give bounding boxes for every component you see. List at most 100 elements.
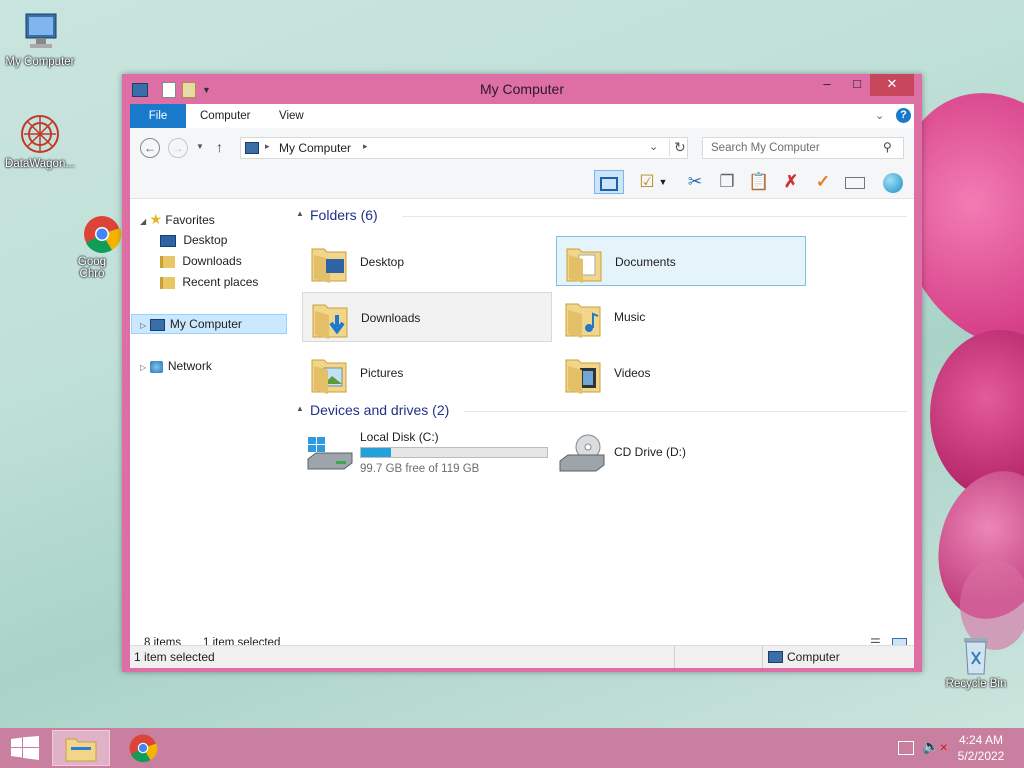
desktop-icon-my-computer[interactable]: My Computer — [0, 10, 80, 68]
explorer-window: ▼ My Computer – □ ✕ File Computer View ⌄… — [122, 74, 922, 672]
music-folder-icon — [564, 298, 602, 338]
properties-dropdown-icon[interactable]: ▼ — [656, 170, 670, 194]
drive-label: CD Drive (D:) — [614, 445, 686, 459]
address-row: ← → ▼ ↑ ▸ My Computer ▸ ⌄ ↻ Search My Co… — [130, 128, 914, 166]
breadcrumb-separator-icon[interactable]: ▸ — [363, 141, 368, 152]
folder-tile-downloads[interactable]: Downloads — [302, 292, 552, 342]
expand-arrow-icon[interactable]: ▷ — [140, 363, 146, 372]
back-button[interactable]: ← — [140, 138, 160, 158]
star-icon: ★ — [149, 211, 163, 227]
desktop-icon-recycle-bin[interactable]: Recycle Bin — [936, 632, 1016, 690]
nav-favorites[interactable]: ◢ ★ Favorites — [140, 209, 215, 230]
folder-tile-music[interactable]: Music — [556, 292, 806, 342]
tab-file[interactable]: File — [130, 104, 186, 128]
help-icon[interactable]: ? — [896, 108, 911, 123]
details-bar: 1 item selected Computer — [130, 645, 914, 668]
taskbar: 🔈✕ 4:24 AM 5/2/2022 — [0, 728, 1024, 768]
desktop-icon-label: Recycle Bin — [945, 678, 1007, 690]
taskbar-chrome[interactable] — [114, 730, 172, 766]
nav-label: Favorites — [165, 213, 215, 227]
up-arrow-icon[interactable]: ↑ — [216, 139, 223, 155]
search-input[interactable]: Search My Computer — [711, 142, 820, 154]
disk-usage-fill — [361, 448, 392, 457]
nav-downloads[interactable]: Downloads — [160, 251, 242, 272]
network-globe-icon[interactable] — [880, 170, 906, 194]
group-header-devices[interactable]: Devices and drives (2) — [310, 402, 449, 418]
pictures-folder-icon — [310, 354, 348, 394]
maximize-button[interactable]: □ — [842, 74, 872, 96]
command-toolbar: ☑ ▼ ✂ ❐ 📋 ✗ ✓ — [130, 166, 914, 199]
nav-label: My Computer — [169, 317, 242, 331]
computer-icon — [16, 10, 64, 54]
group-divider — [402, 216, 907, 217]
nav-desktop[interactable]: Desktop — [160, 230, 227, 251]
ribbon-expand-icon[interactable]: ⌄ — [875, 109, 884, 122]
taskbar-file-explorer[interactable] — [52, 730, 110, 766]
folder-tile-pictures[interactable]: Pictures — [302, 348, 552, 398]
group-header-folders[interactable]: Folders (6) — [310, 207, 378, 223]
tab-view[interactable]: View — [267, 104, 316, 128]
hard-drive-icon — [306, 435, 354, 475]
delete-icon[interactable]: ✗ — [778, 170, 804, 194]
drive-free-space: 99.7 GB free of 119 GB — [360, 463, 480, 475]
nav-my-computer[interactable]: ▷ My Computer — [131, 314, 287, 334]
drive-tile-cd-drive[interactable]: CD Drive (D:) — [556, 427, 806, 479]
breadcrumb-my-computer[interactable]: My Computer — [279, 141, 351, 155]
tile-label: Music — [614, 310, 646, 324]
desktop-folder-icon — [310, 243, 348, 283]
nav-label: Recent places — [182, 275, 259, 289]
downloads-small-icon — [160, 255, 175, 268]
recent-locations-dropdown-icon[interactable]: ▼ — [196, 142, 204, 151]
drive-tile-local-disk[interactable]: Local Disk (C:) 99.7 GB free of 119 GB — [302, 427, 552, 479]
breadcrumb-separator-icon[interactable]: ▸ — [265, 141, 270, 152]
folder-tile-desktop[interactable]: Desktop — [302, 237, 552, 287]
window-title: My Computer — [479, 81, 565, 97]
documents-folder-icon — [565, 243, 603, 283]
folder-tile-documents[interactable]: Documents — [556, 236, 806, 286]
nav-recent-places[interactable]: Recent places — [160, 272, 258, 293]
address-dropdown-icon[interactable]: ⌄ — [649, 140, 658, 153]
clock-date[interactable]: 5/2/2022 — [956, 749, 1006, 763]
network-tray-icon[interactable] — [898, 741, 914, 755]
computer-small-icon — [149, 318, 165, 331]
folder-tile-videos[interactable]: Videos — [556, 348, 806, 398]
tile-label: Downloads — [361, 311, 421, 325]
file-explorer-icon — [65, 738, 97, 762]
search-icon: ⚲ — [883, 140, 892, 154]
computer-small-icon — [245, 142, 259, 154]
copy-icon[interactable]: ❐ — [714, 170, 740, 194]
disk-usage-bar — [360, 447, 548, 458]
nav-label: Downloads — [182, 254, 242, 268]
refresh-icon[interactable]: ↻ — [669, 139, 686, 156]
expand-arrow-icon[interactable]: ▷ — [140, 321, 146, 330]
network-small-icon — [149, 360, 163, 373]
tile-label: Videos — [614, 366, 651, 380]
desktop-icon-datawagon[interactable]: DataWagon... — [0, 112, 80, 170]
start-button[interactable] — [0, 728, 50, 768]
nav-label: Network — [167, 359, 212, 373]
preview-pane-icon[interactable] — [594, 170, 624, 194]
navigation-pane: ◢ ★ Favorites Desktop Downloads Recent p… — [130, 199, 290, 633]
minimize-button[interactable]: – — [812, 74, 842, 96]
collapse-arrow-icon[interactable]: ▲ — [296, 209, 304, 218]
paste-icon[interactable]: 📋 — [746, 170, 772, 194]
desktop-icon-label: My Computer — [5, 56, 75, 68]
cut-icon[interactable]: ✂ — [682, 170, 708, 194]
expand-arrow-icon[interactable]: ◢ — [140, 217, 146, 226]
content-pane: ▲ Folders (6) Desktop Documents Download — [292, 199, 912, 633]
volume-muted-icon[interactable]: 🔈✕ — [922, 738, 948, 755]
tile-label: Documents — [615, 255, 676, 269]
recent-places-small-icon — [160, 276, 175, 289]
rename-check-icon[interactable]: ✓ — [810, 170, 836, 194]
nav-network[interactable]: ▷ Network — [140, 356, 212, 377]
collapse-arrow-icon[interactable]: ▲ — [296, 404, 304, 413]
rename-field-icon[interactable] — [842, 170, 868, 194]
address-bar[interactable]: ▸ My Computer ▸ ⌄ ↻ — [240, 137, 688, 159]
title-bar[interactable]: ▼ My Computer – □ ✕ — [122, 74, 922, 104]
search-box[interactable]: Search My Computer ⚲ — [702, 137, 904, 159]
clock-time[interactable]: 4:24 AM — [956, 733, 1006, 747]
forward-button[interactable]: → — [168, 138, 188, 158]
tab-computer[interactable]: Computer — [188, 104, 263, 128]
ribbon-tabs: File Computer View ⌄ ? — [130, 104, 914, 129]
close-button[interactable]: ✕ — [870, 74, 914, 96]
